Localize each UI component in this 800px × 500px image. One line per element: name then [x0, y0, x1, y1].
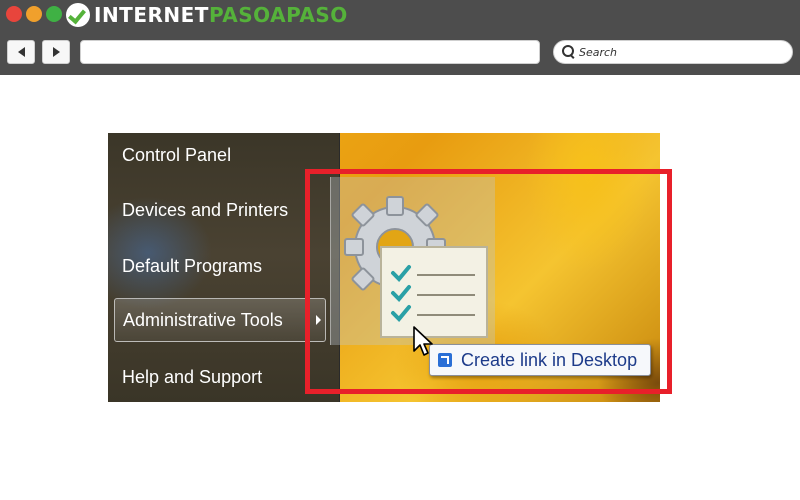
logo-check-icon	[66, 3, 90, 27]
minimize-window-button[interactable]	[26, 6, 42, 22]
menu-item-devices-and-printers[interactable]: Devices and Printers	[114, 188, 326, 232]
search-input[interactable]: Search	[553, 40, 793, 64]
menu-item-default-programs[interactable]: Default Programs	[114, 244, 326, 288]
forward-arrow-icon	[52, 47, 60, 57]
back-button[interactable]	[7, 40, 35, 64]
menu-item-label: Default Programs	[122, 255, 263, 276]
menu-item-control-panel[interactable]: Control Panel	[114, 133, 326, 177]
site-logo: INTERNETPASOAPASO	[66, 3, 348, 27]
back-arrow-icon	[17, 47, 25, 57]
logo-text-internet: INTERNET	[94, 3, 209, 27]
menu-item-help-and-support[interactable]: Help and Support	[114, 355, 326, 399]
browser-chrome: INTERNETPASOAPASO Search	[0, 0, 800, 75]
search-icon	[562, 45, 576, 59]
menu-item-label: Devices and Printers	[122, 199, 289, 220]
logo-text-pasoapaso: PASOAPASO	[208, 3, 348, 27]
search-placeholder: Search	[579, 45, 618, 59]
logo-text: INTERNETPASOAPASO	[94, 3, 348, 27]
menu-item-label: Administrative Tools	[123, 309, 283, 330]
forward-button[interactable]	[42, 40, 70, 64]
address-bar[interactable]	[80, 40, 540, 64]
close-window-button[interactable]	[6, 6, 22, 22]
highlight-box	[305, 169, 672, 394]
menu-item-label: Control Panel	[122, 144, 232, 165]
maximize-window-button[interactable]	[46, 6, 62, 22]
menu-item-administrative-tools[interactable]: Administrative Tools	[114, 298, 326, 342]
menu-item-label: Help and Support	[122, 366, 263, 387]
